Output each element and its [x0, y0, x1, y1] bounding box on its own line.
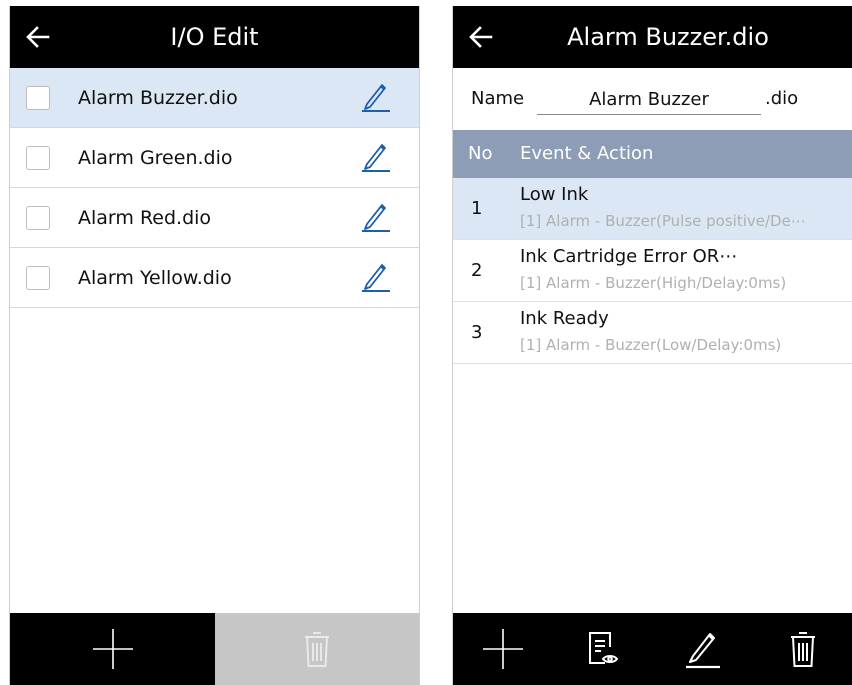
dio-detail-header: Alarm Buzzer.dio: [453, 6, 852, 68]
row-action: [1] Alarm - Buzzer(Pulse positive/De⋯: [520, 212, 806, 230]
checkbox[interactable]: [26, 266, 50, 290]
list-item[interactable]: Alarm Green.dio: [10, 128, 419, 188]
row-action: [1] Alarm - Buzzer(High/Delay:0ms): [520, 274, 787, 292]
file-name: Alarm Red.dio: [78, 207, 212, 229]
add-button[interactable]: [453, 613, 553, 685]
list-item[interactable]: Alarm Buzzer.dio: [10, 68, 419, 128]
plus-icon: [483, 629, 523, 669]
pencil-icon: [362, 144, 390, 172]
edit-button[interactable]: [359, 82, 393, 112]
table-row[interactable]: 2 Ink Cartridge Error OR⋯ [1] Alarm - Bu…: [453, 240, 852, 302]
dio-detail-screen: Alarm Buzzer.dio Name .dio No Event & Ac…: [452, 6, 852, 685]
row-event: Low Ink: [520, 184, 589, 205]
row-number: 3: [471, 322, 483, 343]
plus-icon: [92, 629, 133, 669]
file-extension: .dio: [765, 88, 799, 109]
page-title: Alarm Buzzer.dio: [567, 23, 769, 51]
pencil-icon: [686, 633, 720, 669]
row-event: Ink Ready: [520, 308, 609, 329]
right-footer-toolbar: [453, 613, 852, 685]
trash-icon: [791, 632, 815, 667]
list-item[interactable]: Alarm Red.dio: [10, 188, 419, 248]
delete-button[interactable]: [753, 613, 852, 685]
table-header: No Event & Action: [453, 130, 852, 178]
file-name: Alarm Green.dio: [78, 147, 233, 169]
view-button[interactable]: [553, 613, 653, 685]
pencil-icon: [362, 84, 390, 112]
name-field[interactable]: [537, 84, 761, 115]
table-row[interactable]: 3 Ink Ready [1] Alarm - Buzzer(Low/Delay…: [453, 302, 852, 364]
checkbox[interactable]: [26, 206, 50, 230]
trash-icon: [305, 632, 329, 667]
edit-button[interactable]: [359, 262, 393, 292]
edit-button[interactable]: [359, 202, 393, 232]
add-button[interactable]: [10, 613, 215, 685]
row-event: Ink Cartridge Error OR⋯: [520, 246, 738, 267]
checkbox[interactable]: [26, 146, 50, 170]
checkbox[interactable]: [26, 86, 50, 110]
pencil-icon: [362, 204, 390, 232]
edit-button[interactable]: [359, 142, 393, 172]
file-name: Alarm Yellow.dio: [78, 267, 232, 289]
list-item[interactable]: Alarm Yellow.dio: [10, 248, 419, 308]
io-edit-screen: I/O Edit Alarm Buzzer.dio Alarm Green.di…: [9, 6, 420, 685]
io-edit-header: I/O Edit: [10, 6, 419, 68]
row-action: [1] Alarm - Buzzer(Low/Delay:0ms): [520, 336, 782, 354]
file-name: Alarm Buzzer.dio: [78, 87, 238, 109]
row-number: 2: [471, 260, 483, 281]
name-row: Name .dio: [453, 68, 852, 130]
column-header-event: Event & Action: [520, 143, 654, 164]
pencil-icon: [362, 264, 390, 292]
name-label: Name: [471, 88, 525, 109]
edit-button[interactable]: [653, 613, 753, 685]
page-title: I/O Edit: [170, 23, 259, 51]
table-row[interactable]: 1 Low Ink [1] Alarm - Buzzer(Pulse posit…: [453, 178, 852, 240]
column-header-no: No: [468, 143, 493, 164]
row-number: 1: [471, 198, 483, 219]
document-view-icon: [589, 632, 619, 664]
left-footer-toolbar: [10, 613, 419, 685]
delete-button[interactable]: [215, 613, 419, 685]
file-list: Alarm Buzzer.dio Alarm Green.dio Alarm R…: [10, 68, 419, 308]
event-table: 1 Low Ink [1] Alarm - Buzzer(Pulse posit…: [453, 178, 852, 364]
